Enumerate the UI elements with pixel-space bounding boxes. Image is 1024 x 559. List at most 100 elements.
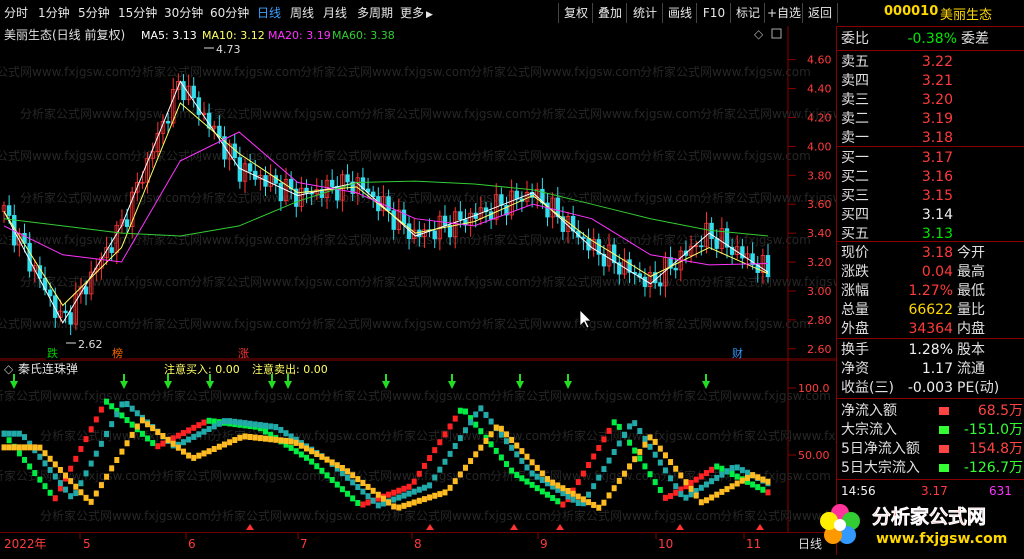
indicator-bar (263, 422, 269, 429)
watermark-text: 分析家公式网www.fxjgsw.com (0, 64, 131, 79)
logo-url: www.fxjgsw.com (876, 531, 1007, 547)
indicator-bar (124, 417, 130, 424)
indicator-bar (252, 434, 258, 441)
tool-fuquan[interactable]: 复权 (558, 3, 593, 23)
indicator-bar (22, 434, 28, 441)
watermark-text: 分析家公式网www.fxjgsw.com (360, 274, 531, 289)
period-fenshi[interactable]: 分时 (4, 4, 28, 22)
indicator-bar (109, 421, 115, 428)
indicator-bar (519, 457, 525, 464)
candle-body (499, 194, 504, 206)
period-monthly[interactable]: 月线 (323, 4, 347, 22)
period-5min[interactable]: 5分钟 (78, 4, 110, 22)
indicator-bar (488, 418, 494, 425)
indicator-bar (714, 474, 720, 481)
candle-body (391, 210, 396, 230)
weibi-value: -0.38% (907, 31, 957, 47)
flow-row: 5日大宗流入 -126.7万 (841, 459, 1023, 478)
indicator-bar (98, 406, 104, 413)
indicator-bar (647, 434, 653, 441)
tool-add-favorite[interactable]: +自选 (764, 3, 803, 23)
tool-back[interactable]: 返回 (802, 3, 838, 23)
diamond-icon[interactable]: ◇ (754, 27, 764, 41)
flow-row: 大宗流入 -151.0万 (841, 421, 1023, 440)
indicator-bar (68, 493, 74, 500)
period-weekly[interactable]: 周线 (290, 4, 314, 22)
indicator-bar (1, 444, 7, 451)
indicator-bar (427, 494, 433, 501)
tool-huaxian[interactable]: 画线 (662, 3, 697, 23)
period-1min[interactable]: 1分钟 (38, 4, 70, 22)
period-multi[interactable]: 多周期 (357, 4, 393, 22)
indicator-panel[interactable]: 分析家公式网www.fxjgsw.com 分析家公式网www.fxjgsw.com… (0, 359, 891, 532)
kline-chart[interactable]: 分析家公式网www.fxjgsw.com 分析家公式网www.fxjgsw.com… (0, 26, 871, 360)
tool-diejia[interactable]: 叠加 (592, 3, 627, 23)
indicator-bar (729, 483, 735, 490)
indicator-bar (119, 401, 125, 408)
indicator-expand-icon[interactable]: ◇ (4, 362, 14, 376)
flow-value: -151.0万 (963, 422, 1023, 438)
period-daily[interactable]: 日线 (257, 4, 281, 22)
indicator-bar (391, 503, 397, 510)
indicator-bar (498, 425, 504, 432)
indicator-bar (401, 492, 407, 499)
tool-f10[interactable]: F10 (696, 3, 731, 23)
stat2-value: 1.17 (921, 361, 953, 377)
indicator-bar (596, 444, 602, 451)
indicator-bar (104, 473, 110, 480)
candle-body (699, 245, 704, 248)
indicator-bar (134, 410, 140, 417)
marker-bang[interactable]: 榜 (112, 346, 123, 360)
watermark-text: 分析家公式网www.fxjgsw.com (640, 64, 811, 79)
marker-zhang[interactable]: 涨 (238, 347, 249, 360)
indicator-bar (293, 439, 299, 446)
watermark-text: 分析家公式网www.fxjgsw.com (150, 388, 321, 403)
period-30min[interactable]: 30分钟 (164, 4, 203, 22)
indicator-bar (416, 470, 422, 477)
marker-cai[interactable]: 财 (732, 346, 743, 360)
indicator-bar (191, 454, 197, 461)
indicator-bar (545, 476, 551, 483)
watermark-text: 分析家公式网www.fxjgsw.com (550, 428, 721, 443)
candle-body (447, 225, 453, 238)
indicator-bar (401, 502, 407, 509)
tool-biaoji[interactable]: 标记 (730, 3, 765, 23)
kline-chart-panel[interactable]: 分析家公式网www.fxjgsw.com 分析家公式网www.fxjgsw.com… (0, 26, 871, 360)
period-more[interactable]: 更多 ▶ (400, 4, 433, 22)
indicator-bar (621, 470, 627, 477)
marker-die[interactable]: 跌 (47, 346, 58, 360)
indicator-bar (370, 487, 376, 494)
candle-body (63, 310, 68, 314)
indicator-bar (627, 423, 633, 430)
indicator-chart[interactable]: 分析家公式网www.fxjgsw.com 分析家公式网www.fxjgsw.com… (0, 359, 891, 532)
stat-right-label: 最高 (957, 264, 985, 280)
indicator-bar (662, 494, 668, 501)
period-15min[interactable]: 15分钟 (118, 4, 157, 22)
candle-body (68, 312, 73, 325)
indicator-bar (411, 488, 417, 495)
stat-row: 总量 66622 量比 (841, 301, 985, 320)
indicator-bar (293, 448, 299, 455)
period-60min[interactable]: 60分钟 (210, 4, 249, 22)
indicator-bar (288, 444, 294, 451)
indicator-bar (206, 426, 212, 433)
stat2-value: 1.28% (908, 342, 953, 358)
indicator-bar (16, 450, 22, 457)
indicator-bar (698, 484, 704, 491)
x-label-7: 7 (300, 537, 308, 551)
tool-tongji[interactable]: 统计 (626, 3, 663, 23)
indicator-bar (586, 462, 592, 469)
indicator-bar (503, 438, 509, 445)
indicator-bar (32, 470, 38, 477)
indicator-bar (186, 452, 192, 459)
indicator-bar (83, 436, 89, 443)
stock-code: 000010 (884, 4, 939, 19)
indicator-bar (668, 475, 674, 482)
indicator-bar (314, 451, 320, 458)
indicator-bar (206, 417, 212, 424)
stat2-row: 收益(三) -0.003 PE(动) (841, 379, 999, 398)
indicator-bar (509, 467, 515, 474)
indicator-bar (16, 430, 22, 437)
candle-body (488, 211, 494, 220)
indicator-bar (478, 405, 484, 412)
